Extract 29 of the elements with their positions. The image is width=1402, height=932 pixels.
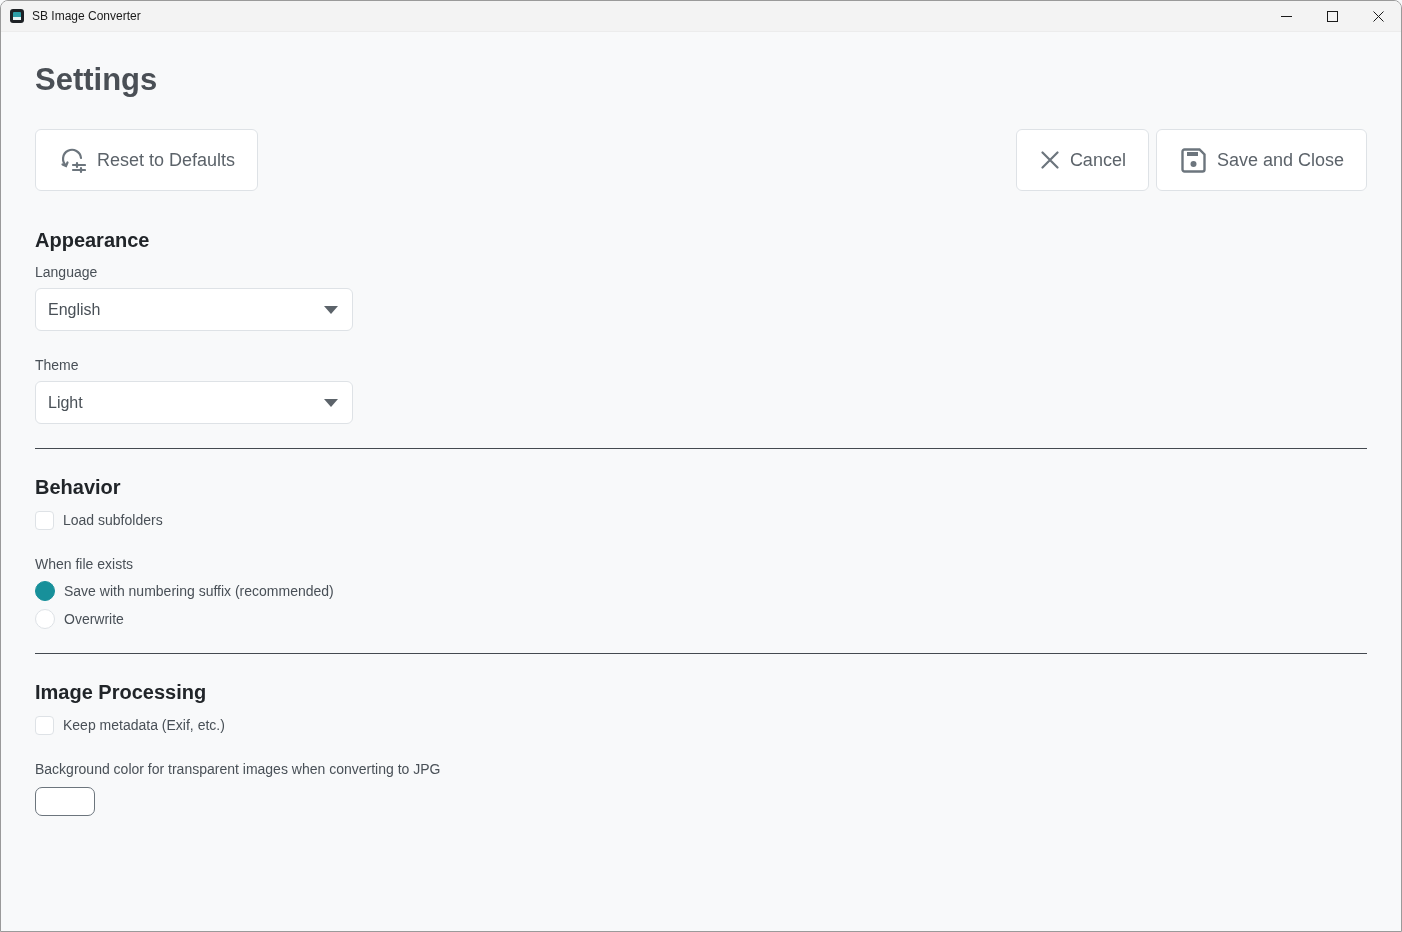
save-button[interactable]: Save and Close (1155, 129, 1367, 191)
field-label: Background color for transparent images when converting to JPG (35, 760, 441, 778)
field-label: Theme (35, 356, 79, 374)
field-label: When file exists (35, 555, 134, 573)
section-heading: Appearance (35, 228, 150, 252)
window-title: SB Image Converter (32, 9, 142, 23)
checkbox[interactable] (35, 510, 54, 530)
section-heading: Behavior (35, 475, 121, 499)
checkbox[interactable] (35, 715, 54, 735)
radio-button[interactable] (35, 581, 55, 601)
reset-button[interactable]: Reset to Defaults (35, 129, 259, 191)
reset-icon (60, 146, 86, 174)
dropdown[interactable]: Light (35, 381, 353, 424)
cancel-button[interactable]: Cancel (1015, 129, 1149, 191)
checkbox-label: Keep metadata (Exif, etc.) (63, 716, 225, 734)
caret-icon (324, 398, 338, 407)
radio-label: Overwrite (64, 610, 124, 628)
dropdown[interactable]: English (35, 288, 353, 331)
section-heading: Image Processing (35, 680, 207, 704)
field-label: Language (35, 263, 98, 281)
close-icon (1372, 10, 1384, 22)
app-icon (10, 9, 24, 23)
maximize-icon (1326, 10, 1338, 22)
radio-label: Save with numbering suffix (recommended) (64, 582, 334, 600)
caret-icon (324, 305, 338, 314)
close-icon (1040, 151, 1059, 169)
checkbox-label: Load subfolders (63, 511, 163, 529)
color-swatch[interactable] (35, 787, 95, 816)
page-title: Settings (35, 62, 158, 98)
